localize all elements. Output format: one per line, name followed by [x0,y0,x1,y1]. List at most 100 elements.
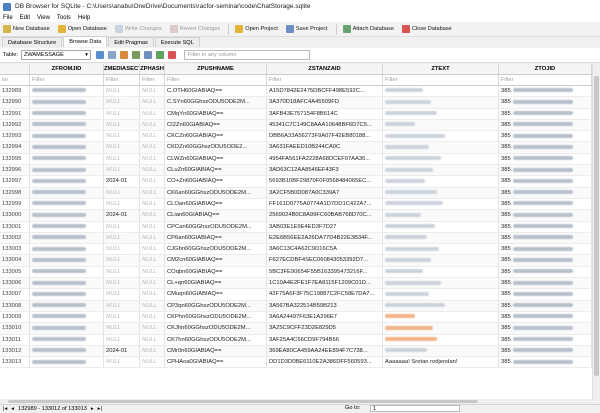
cell-zstanzaid[interactable]: 3AFB43E757154F8B614C [267,108,383,119]
cell-zstanzaid[interactable]: 3AD63C12AA8546EF43F3 [267,165,383,176]
cell-zfromjid[interactable] [30,97,104,108]
filter-zmediasectionid[interactable]: Filter [104,75,140,85]
cell-zpushname[interactable]: C.OTH60GIABIAQ== [165,86,267,97]
cell-zmediasectionid[interactable]: NULL [104,311,140,323]
cell-ztojid[interactable]: 385 [499,198,592,210]
cell-zpushname[interactable]: CLOan60GIABIAQ== [165,198,267,210]
cell-zpushname[interactable]: CLuZn60GIABIAQ== [165,165,267,176]
cell-zpushname[interactable]: CLian60GIABIAQ== [165,210,267,221]
cell-zmediasectionid[interactable]: 2024-01 [104,210,140,221]
cell-zphash[interactable]: NULL [140,289,165,300]
print-icon[interactable] [143,51,152,59]
cell-zphash[interactable]: NULL [140,334,165,345]
cell-zstanzaid[interactable]: 3AF25A4C66CD9F794B66 [267,334,383,345]
cell-zmediasectionid[interactable]: NULL [104,255,140,266]
cell-zstanzaid[interactable]: 3A2CF5B0D087A0C339A7 [267,187,383,198]
cell-ztext[interactable] [383,198,499,210]
cell-zfromjid[interactable] [30,221,104,232]
cell-zstanzaid[interactable]: 3A567BA322514B59B213 [267,300,383,311]
table-row[interactable]: 133007 NULL NULL CMuqn60GIABIAQ== 42F75A6F3F… [0,289,592,301]
cell-zstanzaid[interactable]: DBB6A33A56273F9A07F42EB80188... [267,131,383,142]
table-row[interactable]: 133010 NULL NULL CKJhn60GGhszODU5ODE2M... 3A… [0,323,592,335]
cell-zfromjid[interactable] [30,255,104,266]
cell-rowid[interactable]: 132998 [0,187,30,198]
first-page-icon[interactable]: |◂ [3,406,7,412]
cell-ztojid[interactable]: 385 [499,142,592,153]
cell-rowid[interactable]: 132996 [0,165,30,176]
table-row[interactable]: 132996 NULL NULL CLuZn60GIABIAQ== 3AD63C12AA… [0,165,592,177]
table-row[interactable]: 133008 NULL NULL CP3qn60GGhszODU5ODE2M... 3A… [0,300,592,312]
cell-rowid[interactable]: 132993 [0,131,30,142]
table-row[interactable]: 132993 NULL NULL CKCZn60GIABIAQ== DBB6A33A56… [0,131,592,143]
cell-ztext[interactable] [383,131,499,142]
table-row[interactable]: 132992 NULL NULL CI2Zn60GIABIAQ== 45341C7C14… [0,119,592,132]
cell-zstanzaid[interactable]: 3A25C9CFF23D2E829D5 [267,323,383,334]
cell-ztext[interactable] [383,210,499,221]
cell-zpushname[interactable]: CM2cn60GIABIAQ== [165,255,267,266]
table-row[interactable]: 133002 NULL NULL CP6an60GIABIAQ== E2E6B56EE2… [0,232,592,245]
cell-zpushname[interactable]: CP3qn60GGhszODU5ODE2M... [165,300,267,311]
cell-rowid[interactable]: 133009 [0,311,30,323]
cell-zmediasectionid[interactable]: NULL [104,278,140,289]
cell-zfromjid[interactable] [30,323,104,334]
cell-zmediasectionid[interactable]: NULL [104,244,140,255]
cell-rowid[interactable]: 132992 [0,119,30,131]
cell-ztext[interactable] [383,165,499,176]
cell-ztext[interactable] [383,86,499,97]
cell-zpushname[interactable]: CI2Zn60GIABIAQ== [165,119,267,131]
table-row[interactable]: 133004 NULL NULL CM2cn60GIABIAQ== F627ECDBF4… [0,255,592,267]
cell-ztojid[interactable]: 385 [499,300,592,311]
cell-zstanzaid[interactable]: A15D7842E2475DBCFF498E592C... [267,86,383,97]
table-row[interactable]: 133001 NULL NULL CPCan60GGhszODU5ODE2M... 3A… [0,221,592,233]
cell-rowid[interactable]: 133002 [0,232,30,244]
menu-help[interactable]: Help [78,15,90,21]
cell-ztext[interactable]: Aaaaaaa! Sretan rodjendan! [383,357,499,368]
table-row[interactable]: 132997 2024-01 NULL CO+Zn60GIABIAQ== 5693B10… [0,176,592,188]
cell-ztext[interactable] [383,300,499,311]
cell-zmediasectionid[interactable]: NULL [104,323,140,334]
filter-zfromjid[interactable]: Filter [30,75,104,85]
cell-ztojid[interactable]: 385 [499,153,592,165]
table-row[interactable]: 132995 NULL NULL CLWZn60GIABIAQ== 4954FA561F… [0,153,592,166]
save-view-icon[interactable] [131,51,140,59]
cell-ztojid[interactable]: 385 [499,357,592,368]
cell-rowid[interactable]: 133008 [0,300,30,311]
cell-zphash[interactable]: NULL [140,153,165,165]
cell-ztojid[interactable]: 385 [499,176,592,187]
cell-zmediasectionid[interactable]: NULL [104,198,140,210]
cell-zmediasectionid[interactable]: NULL [104,119,140,131]
header-zphash[interactable]: ZPHASH [140,64,165,74]
table-row[interactable]: 133011 NULL NULL CK7hn60GGhszODU5ODE2M... 3A… [0,334,592,346]
cell-ztojid[interactable]: 385 [499,187,592,198]
write-changes-button[interactable]: Write Changes [114,23,162,35]
cell-zfromjid[interactable] [30,165,104,176]
cell-rowid[interactable]: 133004 [0,255,30,266]
cell-zstanzaid[interactable]: E2E6B56EE2A26DA77D4B22E3B34F... [267,232,383,244]
cell-zmediasectionid[interactable]: NULL [104,187,140,198]
cell-zstanzaid[interactable]: 5BC3FE90654F55B163395473216F... [267,266,383,278]
cell-zfromjid[interactable] [30,86,104,97]
insert-record-icon[interactable] [155,51,164,59]
cell-zmediasectionid[interactable]: NULL [104,108,140,119]
cell-ztojid[interactable]: 385 [499,86,592,97]
cell-rowid[interactable]: 133005 [0,266,30,278]
cell-ztojid[interactable]: 385 [499,289,592,300]
cell-zstanzaid[interactable]: 3A370D18AFC4A45509FD [267,97,383,108]
cell-ztext[interactable] [383,119,499,131]
cell-zstanzaid[interactable]: DD1D3D0BE6110E2A386DFF560593... [267,357,383,368]
menu-edit[interactable]: Edit [20,15,30,21]
cell-zphash[interactable]: NULL [140,345,165,357]
cell-ztext[interactable] [383,221,499,232]
cell-zphash[interactable]: NULL [140,232,165,244]
cell-zpushname[interactable]: CKDZn60GGhszODU5ODE2... [165,142,267,153]
cell-zphash[interactable]: NULL [140,357,165,368]
cell-zphash[interactable]: NULL [140,278,165,289]
cell-zmediasectionid[interactable]: NULL [104,334,140,345]
cell-ztojid[interactable]: 385 [499,119,592,131]
cell-zmediasectionid[interactable]: NULL [104,131,140,142]
cell-ztext[interactable] [383,289,499,300]
tab-edit-pragmas[interactable]: Edit Pragmas [108,37,154,47]
cell-zpushname[interactable]: CK7hn60GGhszODU5ODE2M... [165,334,267,345]
cell-zstanzaid[interactable]: 3A631FAEED10B244CA0C [267,142,383,153]
cell-zfromjid[interactable] [30,300,104,311]
